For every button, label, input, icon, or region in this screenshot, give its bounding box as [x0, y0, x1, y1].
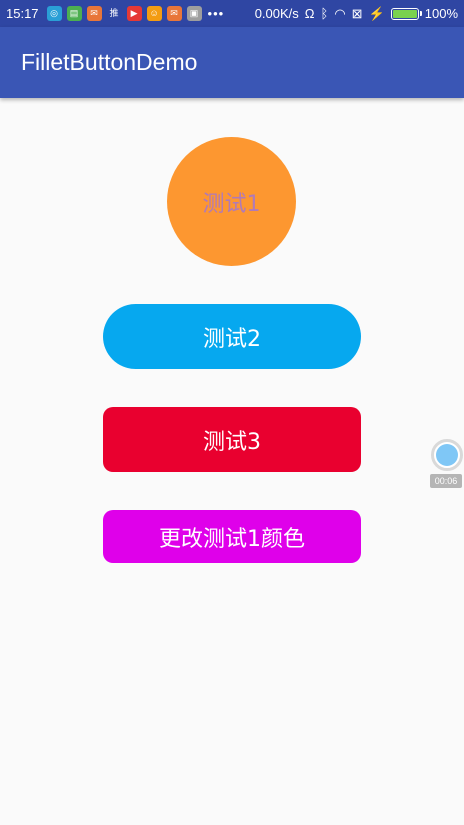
app-bar: FilletButtonDemo: [0, 27, 464, 98]
sim-icon: ⊠: [351, 5, 363, 21]
app-icon: ✉: [86, 6, 102, 21]
bluetooth-icon: ᛒ: [320, 6, 329, 21]
recorder-dot-icon: [436, 444, 458, 466]
headphone-icon: Ω: [304, 6, 315, 21]
floating-recorder-widget[interactable]: 00:06: [430, 438, 464, 490]
battery-icon: [390, 7, 422, 20]
status-bar: 15:17 ◎ ▤ ✉ 推 ▶ ☺ ✉ ▣ ••• 0.00K/s Ω ᛒ ◠ ⊠ ⚡ 100…: [0, 0, 464, 27]
test1-label: 测试1: [202, 191, 261, 217]
status-time: 15:17: [6, 6, 39, 21]
charging-icon: ⚡: [368, 5, 385, 21]
battery-percent: 100%: [424, 6, 458, 21]
mail-icon: ✉: [166, 6, 182, 21]
test2-label: 测试2: [203, 326, 261, 352]
wifi-icon: ◠: [334, 5, 346, 21]
change-test1-color-button[interactable]: 更改测试1颜色: [103, 510, 361, 563]
clipboard-icon: ▤: [66, 6, 82, 21]
test2-pill-button[interactable]: 测试2: [103, 304, 361, 369]
change-color-label: 更改测试1颜色: [159, 526, 305, 552]
more-notifications-icon: •••: [207, 6, 225, 21]
notification-icons: ◎ ▤ ✉ 推 ▶ ☺ ✉ ▣: [46, 6, 202, 21]
test1-circle-button[interactable]: 测试1: [167, 137, 296, 266]
test3-rounded-button[interactable]: 测试3: [103, 407, 361, 472]
battery-fill: [392, 9, 417, 18]
game-icon: ☺: [146, 6, 162, 21]
test3-label: 测试3: [203, 429, 261, 455]
status-right: 0.00K/s Ω ᛒ ◠ ⊠ ⚡ 100%: [255, 6, 458, 22]
browser-icon: ◎: [46, 6, 62, 21]
recorder-time: 00:06: [430, 474, 462, 488]
photo-icon: ▣: [186, 6, 202, 21]
network-speed: 0.00K/s: [254, 6, 299, 21]
play-store-icon: ▶: [126, 6, 142, 21]
app-title: FilletButtonDemo: [21, 49, 198, 75]
recommend-icon: 推: [106, 6, 122, 21]
